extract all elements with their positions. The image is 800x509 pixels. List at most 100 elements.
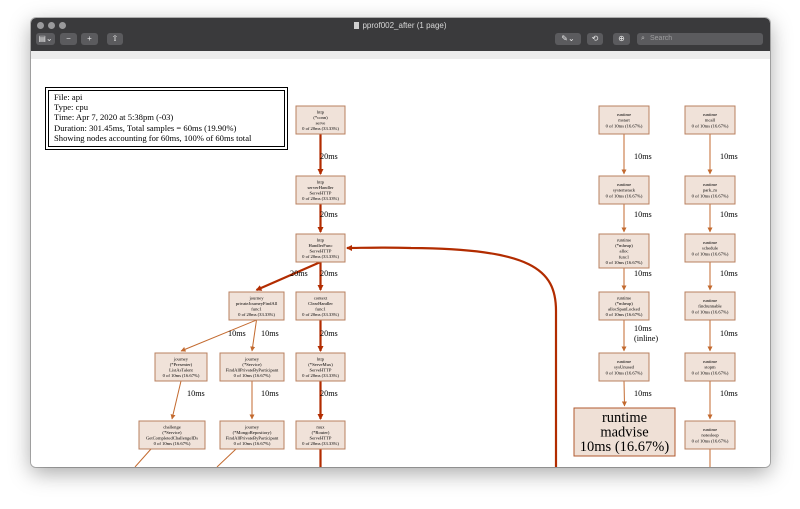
- edge-label: 10ms: [720, 389, 738, 398]
- node-label-line: systemstack: [613, 188, 636, 193]
- node-label-line: 0 of 10ms (16.67%): [606, 123, 643, 128]
- search-field[interactable]: ⌕ Search: [637, 33, 763, 45]
- edge-label: 10ms: [634, 269, 652, 278]
- node-label-line: 0 of 10ms (16.67%): [692, 193, 729, 198]
- node-runtime-park-m: runtimepark_m0 of 10ms (16.67%): [684, 175, 736, 205]
- node-runtime-findrunnable: runtimefindrunnable0 of 10ms (16.67%): [684, 291, 736, 321]
- sidebar-toggle-button[interactable]: ▤⌄: [36, 33, 55, 45]
- node-label-line: 0 of 10ms (16.67%): [692, 309, 729, 314]
- node-label-line: park_m: [703, 188, 717, 193]
- share-button[interactable]: ⇧: [107, 33, 123, 45]
- node-label-line: 0 of 20ms (33.33%): [302, 126, 339, 131]
- search-icon: ⌕: [641, 35, 645, 42]
- node-label-line: ClearHandler: [308, 301, 333, 306]
- edge-label: 10ms: [720, 269, 738, 278]
- document-top-margin: [31, 51, 770, 59]
- node-label-line: 0 of 10ms (16.67%): [163, 373, 200, 378]
- zoom-in-button[interactable]: +: [81, 33, 98, 45]
- edge-label: 20ms: [320, 152, 338, 161]
- search-placeholder: Search: [650, 35, 673, 42]
- edge-label: 10ms: [720, 329, 738, 338]
- node-label-line: (*Presenter): [170, 362, 193, 367]
- node-label-line: (*Service): [162, 430, 182, 435]
- node-runtime-sysunused: runtimesysUnused0 of 10ms (16.67%): [598, 352, 650, 382]
- node-label-line: 10ms (16.67%): [580, 439, 670, 455]
- info-time: Time: Apr 7, 2020 at 5:38pm (-03): [54, 112, 174, 123]
- edge-label: 20ms: [320, 210, 338, 219]
- node-label-line: 0 of 10ms (16.67%): [606, 193, 643, 198]
- node-label-line: sysUnused: [614, 365, 635, 370]
- edge-challenge-offpage: [134, 448, 152, 467]
- node-label-line: runtime: [703, 298, 717, 303]
- node-label-line: journey: [244, 424, 260, 429]
- node-label-line: 0 of 10ms (16.67%): [606, 260, 643, 265]
- node-label-line: runtime: [617, 237, 631, 242]
- node-label-line: allocSpanLocked: [608, 306, 641, 311]
- node-label-line: runtime: [617, 295, 631, 300]
- sidebar-icon: ▤⌄: [38, 34, 53, 43]
- edge-label: 10ms: [634, 389, 652, 398]
- node-label-line: 0 of 10ms (16.67%): [692, 438, 729, 443]
- zoom-out-button[interactable]: −: [60, 33, 77, 45]
- node-label-line: runtime: [617, 112, 631, 117]
- node-label-line: http: [317, 237, 325, 242]
- node-runtime-mcall: runtimemcall0 of 10ms (16.67%): [684, 105, 736, 135]
- edge-http-handlerfunc-servehttp-to-journey-privatejourney-func1: [255, 260, 321, 292]
- node-label-line: func1: [251, 306, 262, 311]
- node-label-line: 0 of 20ms (33.33%): [302, 254, 339, 259]
- node-label-line: challenge: [163, 424, 181, 429]
- node-label-line: (*Router): [312, 430, 330, 435]
- edge-label: 10ms: [634, 324, 652, 333]
- node-label-line: 0 of 10ms (16.67%): [692, 370, 729, 375]
- node-label-line: ServeHTTP: [310, 248, 332, 253]
- node-label-line: context: [314, 295, 328, 300]
- node-label-line: 0 of 20ms (33.33%): [302, 373, 339, 378]
- node-label-line: GetCompletedChallengeIDs: [146, 435, 198, 440]
- node-label-line: ServeHTTP: [310, 367, 332, 372]
- node-http-conn-serve: http(*conn)serve0 of 20ms (33.33%): [295, 105, 346, 135]
- edge-label: 20ms: [320, 329, 338, 338]
- node-label-line: journey: [248, 295, 264, 300]
- window-title: pprof002_after (1 page): [31, 21, 770, 30]
- info-showing: Showing nodes accounting for 60ms, 100% …: [54, 132, 252, 143]
- node-label-line: runtime: [703, 182, 717, 187]
- node-label-line: runtime: [703, 112, 717, 117]
- annotate-icon: ⊕: [618, 34, 625, 43]
- node-label-line: HandlerFunc: [309, 243, 333, 248]
- edge-label: 10ms: [634, 210, 652, 219]
- node-runtime-mheap-alloc-func1: runtime(*mheap)allocfunc10 of 10ms (16.6…: [598, 233, 650, 269]
- info-duration: Duration: 301.45ms, Total samples = 60ms…: [54, 122, 237, 133]
- edge-journey-privatejourney-func1-to-journey-service-findall: [250, 319, 257, 352]
- node-label-line: privateJourneyFindAll: [236, 301, 278, 306]
- node-label-line: runtime: [703, 359, 717, 364]
- node-label-line: schedule: [702, 246, 718, 251]
- edge-label: 10ms: [261, 389, 279, 398]
- annotate-button[interactable]: ⊕: [613, 33, 630, 45]
- markup-button[interactable]: ✎⌄: [555, 33, 581, 45]
- node-label-line: func1: [619, 254, 630, 259]
- node-label-line: 0 of 10ms (16.67%): [234, 373, 271, 378]
- node-label-line: runtime: [617, 359, 631, 364]
- node-context-clearhandler-func1: contextClearHandlerfunc10 of 20ms (33.33…: [295, 291, 346, 321]
- node-http-servemux-servehttp: http(*ServeMux)ServeHTTP0 of 20ms (33.33…: [295, 352, 346, 382]
- node-label-line: mux: [316, 424, 325, 429]
- node-label-line: (*ServeMux): [308, 362, 333, 367]
- node-runtime-notesleep: runtimenotesleep0 of 10ms (16.67%): [684, 420, 736, 450]
- document-page[interactable]: 20ms 20ms 20ms 20ms 10ms 10ms 20ms 10ms 10ms 20ms…: [31, 59, 770, 467]
- node-label-line: (*MongoRepository): [233, 430, 272, 435]
- edge-label: 10ms: [634, 152, 652, 161]
- info-file: File: api: [54, 92, 83, 102]
- node-label-line: 0 of 10ms (16.67%): [606, 312, 643, 317]
- rotate-button[interactable]: ⟲: [587, 33, 603, 45]
- node-label-line: 0 of 10ms (16.67%): [692, 251, 729, 256]
- node-label-line: 0 of 10ms (16.67%): [692, 123, 729, 128]
- node-journey-mongorepository-findall: journey(*MongoRepository)FindAllPrivateB…: [219, 420, 285, 450]
- zoom-in-icon: +: [87, 34, 92, 43]
- node-label-line: ListAsTalent: [169, 367, 193, 372]
- node-label-line: alloc: [620, 249, 629, 254]
- edge-journey-presenter-listastalent-to-challenge-service-getcompleted: [170, 380, 182, 420]
- node-label-line: mcall: [705, 118, 716, 123]
- info-type: Type: cpu: [54, 102, 89, 113]
- node-label-line: 0 of 20ms (33.33%): [302, 441, 339, 446]
- node-label-line: runtime: [703, 240, 717, 245]
